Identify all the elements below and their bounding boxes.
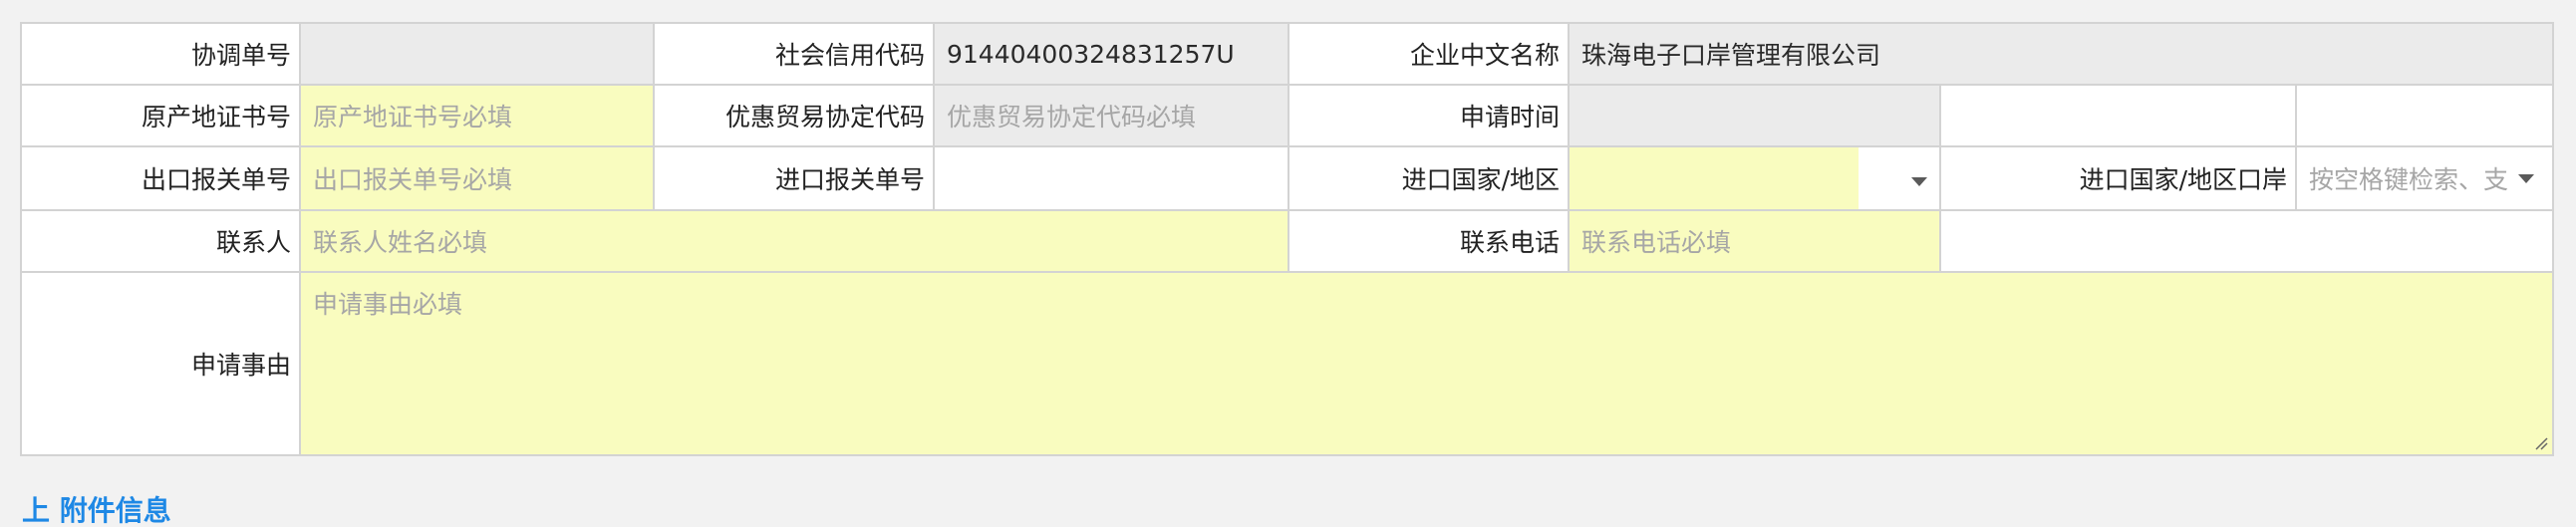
coord-no-label: 协调单号 xyxy=(22,24,301,86)
import-country-select[interactable] xyxy=(1570,147,1941,211)
coordination-form: 协调单号 社会信用代码 91440400324831257U 企业中文名称 珠海… xyxy=(20,22,2554,456)
trade-agreement-field: 优惠贸易协定代码必填 xyxy=(935,86,1289,147)
phone-input[interactable]: 联系电话必填 xyxy=(1570,211,1941,273)
chevron-down-icon[interactable] xyxy=(1911,177,1927,186)
origin-cert-input[interactable]: 原产地证书号必填 xyxy=(301,86,655,147)
import-decl-input[interactable] xyxy=(935,147,1289,211)
import-port-label: 进口国家/地区口岸 xyxy=(1941,147,2297,211)
chevron-down-icon[interactable] xyxy=(2518,173,2534,183)
import-port-select[interactable]: 按空格键检索、支 xyxy=(2297,147,2554,211)
attachment-section-title: 上 附件信息 xyxy=(22,494,171,527)
import-country-fill xyxy=(1570,147,1859,209)
coord-no-field xyxy=(301,24,655,86)
import-port-placeholder: 按空格键检索、支 xyxy=(2309,165,2509,194)
apply-time-label: 申请时间 xyxy=(1289,86,1570,147)
empty-cell xyxy=(1941,211,2554,273)
phone-placeholder: 联系电话必填 xyxy=(1581,228,1732,257)
import-decl-label: 进口报关单号 xyxy=(655,147,935,211)
origin-cert-placeholder: 原产地证书号必填 xyxy=(313,103,513,132)
company-name-label: 企业中文名称 xyxy=(1289,24,1570,86)
reason-placeholder: 申请事由必填 xyxy=(313,290,463,319)
empty-cell xyxy=(1941,86,2297,147)
resize-handle-icon[interactable] xyxy=(2534,436,2548,450)
import-country-label: 进口国家/地区 xyxy=(1289,147,1570,211)
export-decl-input[interactable]: 出口报关单号必填 xyxy=(301,147,655,211)
credit-code-label: 社会信用代码 xyxy=(655,24,935,86)
contact-input[interactable]: 联系人姓名必填 xyxy=(301,211,1289,273)
origin-cert-label: 原产地证书号 xyxy=(22,86,301,147)
reason-textarea[interactable]: 申请事由必填 xyxy=(301,273,2554,456)
apply-time-field xyxy=(1570,86,1941,147)
company-name-field: 珠海电子口岸管理有限公司 xyxy=(1570,24,2554,86)
reason-label: 申请事由 xyxy=(22,273,301,456)
phone-label: 联系电话 xyxy=(1289,211,1570,273)
trade-agreement-placeholder: 优惠贸易协定代码必填 xyxy=(947,103,1197,132)
empty-cell xyxy=(2297,86,2554,147)
export-decl-label: 出口报关单号 xyxy=(22,147,301,211)
export-decl-placeholder: 出口报关单号必填 xyxy=(313,165,513,194)
contact-placeholder: 联系人姓名必填 xyxy=(313,228,488,257)
trade-agreement-label: 优惠贸易协定代码 xyxy=(655,86,935,147)
contact-label: 联系人 xyxy=(22,211,301,273)
credit-code-field: 91440400324831257U xyxy=(935,24,1289,86)
